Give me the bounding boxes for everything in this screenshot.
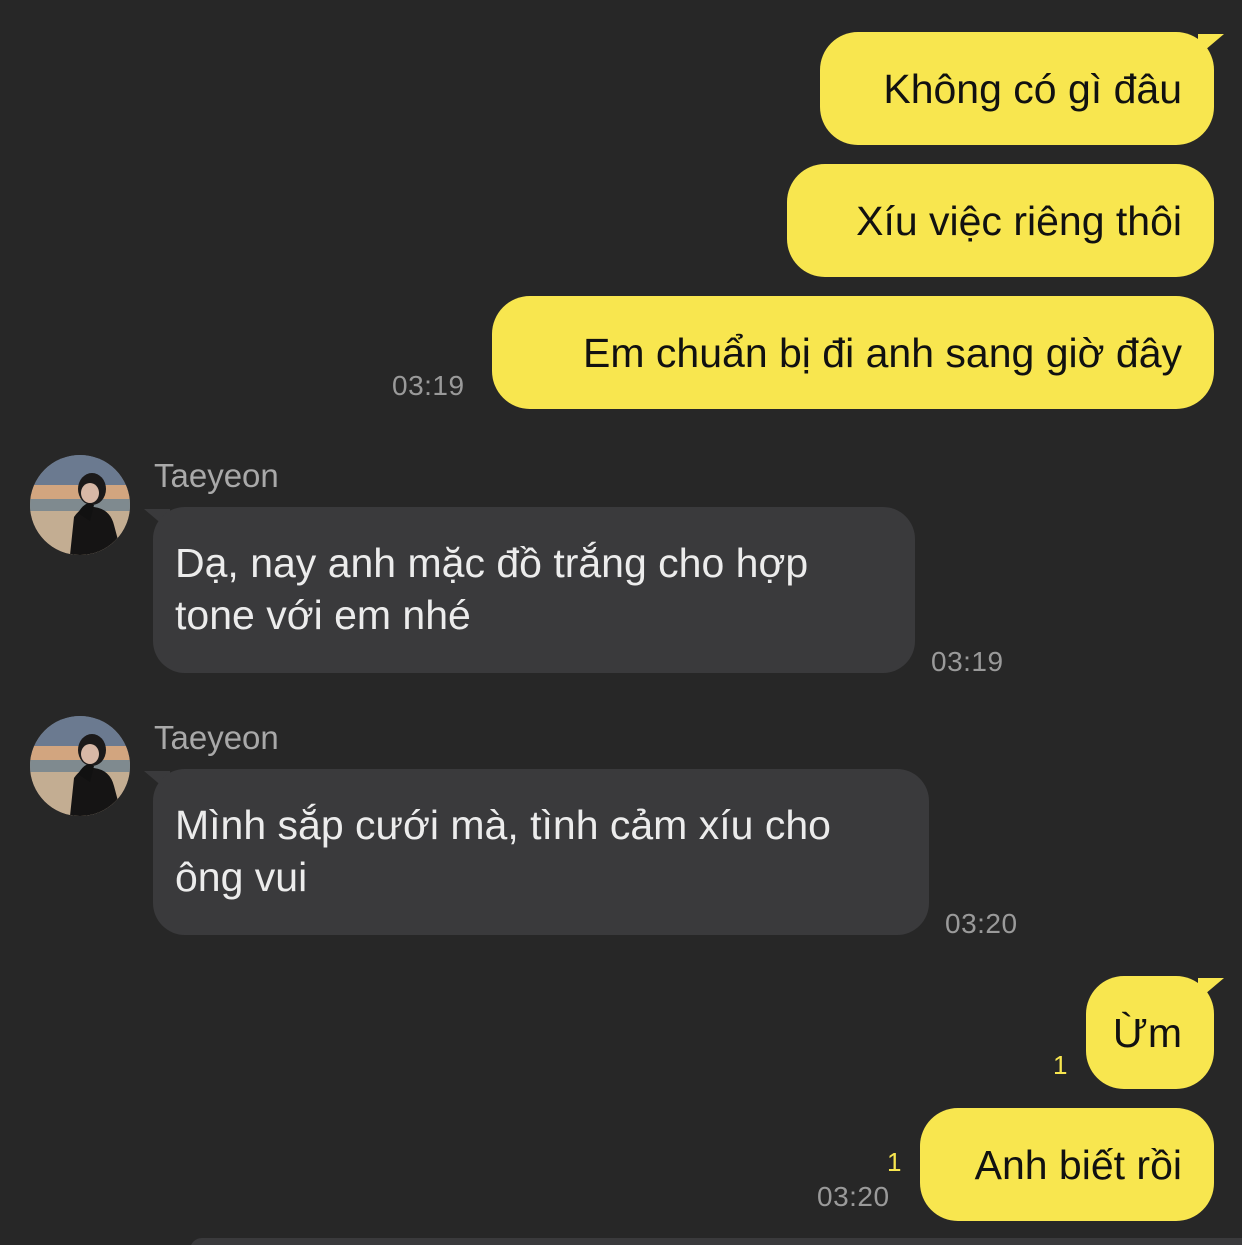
message-timestamp: 03:19 bbox=[392, 370, 465, 401]
outgoing-message-bubble[interactable]: Em chuẩn bị đi anh sang giờ đây bbox=[492, 296, 1214, 409]
unread-count: 1 bbox=[1053, 1050, 1068, 1080]
avatar[interactable] bbox=[30, 716, 130, 816]
message-text: Không có gì đâu bbox=[883, 65, 1182, 112]
profile-photo-icon bbox=[30, 716, 130, 816]
message-timestamp: 03:19 bbox=[931, 646, 1004, 677]
outgoing-message-bubble[interactable]: Ừm bbox=[1086, 976, 1214, 1089]
incoming-message-bubble[interactable]: Dạ, nay anh mặc đồ trắng cho hợp tone vớ… bbox=[153, 507, 915, 673]
message-text: Anh biết rồi bbox=[974, 1141, 1182, 1188]
outgoing-message-bubble[interactable]: Anh biết rồi bbox=[920, 1108, 1214, 1221]
sender-name: Taeyeon bbox=[154, 719, 279, 756]
avatar[interactable] bbox=[30, 455, 130, 555]
bubble-tail bbox=[1198, 978, 1224, 1000]
message-text: Xíu việc riêng thôi bbox=[856, 197, 1182, 244]
sender-name: Taeyeon bbox=[154, 457, 279, 494]
message-timestamp: 03:20 bbox=[945, 908, 1018, 939]
unread-count: 1 bbox=[887, 1147, 902, 1177]
outgoing-message-bubble[interactable]: Xíu việc riêng thôi bbox=[787, 164, 1214, 277]
chat-view[interactable]: Không có gì đâu Xíu việc riêng thôi Em c… bbox=[0, 0, 1242, 1245]
message-text: Em chuẩn bị đi anh sang giờ đây bbox=[583, 329, 1182, 376]
message-text: Dạ, nay anh mặc đồ trắng cho hợp tone vớ… bbox=[175, 540, 809, 638]
message-timestamp: 03:20 bbox=[817, 1181, 890, 1212]
message-text: Mình sắp cưới mà, tình cảm xíu cho ông v… bbox=[175, 802, 831, 900]
incoming-message-bubble[interactable]: Mình sắp cưới mà, tình cảm xíu cho ông v… bbox=[153, 769, 929, 935]
outgoing-message-bubble[interactable]: Không có gì đâu bbox=[820, 32, 1214, 145]
bubble-tail bbox=[1198, 34, 1224, 56]
message-input-bar[interactable] bbox=[190, 1238, 1242, 1245]
message-text: Ừm bbox=[1112, 1009, 1182, 1056]
profile-photo-icon bbox=[30, 455, 130, 555]
